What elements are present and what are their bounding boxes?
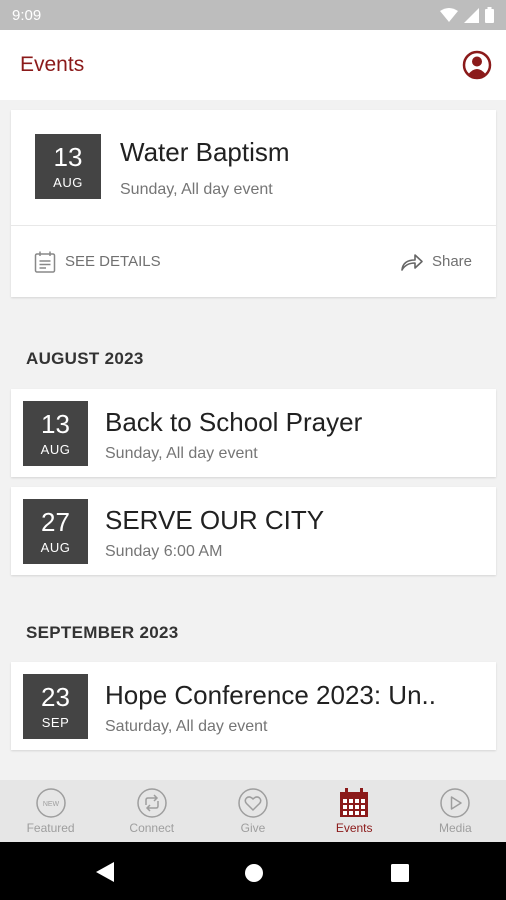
- nav-connect[interactable]: Connect: [101, 780, 202, 842]
- nav-label: Connect: [129, 821, 175, 835]
- share-label: Share: [431, 253, 472, 270]
- event-title: Hope Conference 2023: Un..: [105, 680, 436, 710]
- event-subtitle: Sunday, All day event: [120, 181, 273, 198]
- status-bar: 9:09: [0, 0, 506, 30]
- event-card[interactable]: 13 AUG Back to School Prayer Sunday, All…: [11, 389, 496, 477]
- home-icon[interactable]: [244, 863, 264, 883]
- page-title: Events: [20, 53, 85, 76]
- calendar-details-icon: [34, 251, 56, 273]
- calendar-icon: [340, 788, 369, 817]
- date-badge: 13 AUG: [35, 134, 101, 199]
- section-header-august: AUGUST 2023: [26, 349, 144, 368]
- date-month: AUG: [40, 442, 71, 457]
- nav-give[interactable]: Give: [202, 780, 303, 842]
- play-icon: [440, 788, 471, 818]
- event-subtitle: Saturday, All day event: [105, 718, 268, 735]
- status-icons: [440, 7, 494, 23]
- see-details-label: SEE DETAILS: [65, 253, 161, 270]
- back-icon[interactable]: [95, 861, 115, 883]
- event-subtitle: Sunday 6:00 AM: [105, 543, 223, 560]
- nav-label: Events: [335, 821, 373, 835]
- signal-icon: [464, 7, 479, 23]
- see-details-button[interactable]: SEE DETAILS: [33, 250, 161, 274]
- date-month: AUG: [53, 175, 83, 190]
- nav-label: Featured: [26, 821, 75, 835]
- status-time: 9:09: [12, 6, 42, 24]
- date-month: AUG: [40, 540, 71, 555]
- date-badge: 27 AUG: [23, 499, 88, 564]
- share-button[interactable]: Share: [400, 252, 472, 272]
- date-day: 23: [41, 682, 70, 712]
- date-badge: 23 SEP: [23, 674, 88, 739]
- nav-media[interactable]: Media: [405, 780, 506, 842]
- recents-icon[interactable]: [391, 864, 409, 882]
- date-day: 13: [41, 409, 70, 439]
- system-nav-bar: [0, 842, 506, 900]
- date-badge: 13 AUG: [23, 401, 88, 466]
- events-list[interactable]: 13 AUG Water Baptism Sunday, All day eve…: [0, 100, 506, 780]
- date-month: SEP: [41, 715, 70, 730]
- nav-label: Media: [439, 821, 472, 835]
- event-title: SERVE OUR CITY: [105, 505, 325, 535]
- share-arrow-icon: [401, 253, 423, 271]
- app-bar: Events: [0, 30, 506, 100]
- event-title: Back to School Prayer: [105, 407, 363, 437]
- profile-icon[interactable]: [462, 50, 492, 80]
- svg-text:NEW: NEW: [42, 801, 59, 808]
- nav-events[interactable]: Events: [304, 780, 405, 842]
- event-title: Water Baptism: [120, 137, 290, 167]
- connect-arrows-icon: [137, 788, 167, 818]
- event-card[interactable]: 23 SEP Hope Conference 2023: Un.. Saturd…: [11, 662, 496, 750]
- new-badge-icon: NEW: [35, 788, 66, 818]
- featured-event-card[interactable]: 13 AUG Water Baptism Sunday, All day eve…: [11, 110, 496, 297]
- nav-label: Give: [240, 821, 266, 835]
- date-day: 27: [41, 507, 70, 537]
- wifi-icon: [440, 7, 458, 22]
- section-header-september: SEPTEMBER 2023: [26, 623, 179, 642]
- heart-icon: [238, 788, 268, 818]
- nav-featured[interactable]: NEW Featured: [0, 780, 101, 842]
- bottom-nav: NEW Featured Connect Give Events Media: [0, 780, 506, 842]
- battery-icon: [485, 7, 494, 23]
- event-card[interactable]: 27 AUG SERVE OUR CITY Sunday 6:00 AM: [11, 487, 496, 575]
- event-subtitle: Sunday, All day event: [105, 445, 258, 462]
- date-day: 13: [53, 142, 83, 172]
